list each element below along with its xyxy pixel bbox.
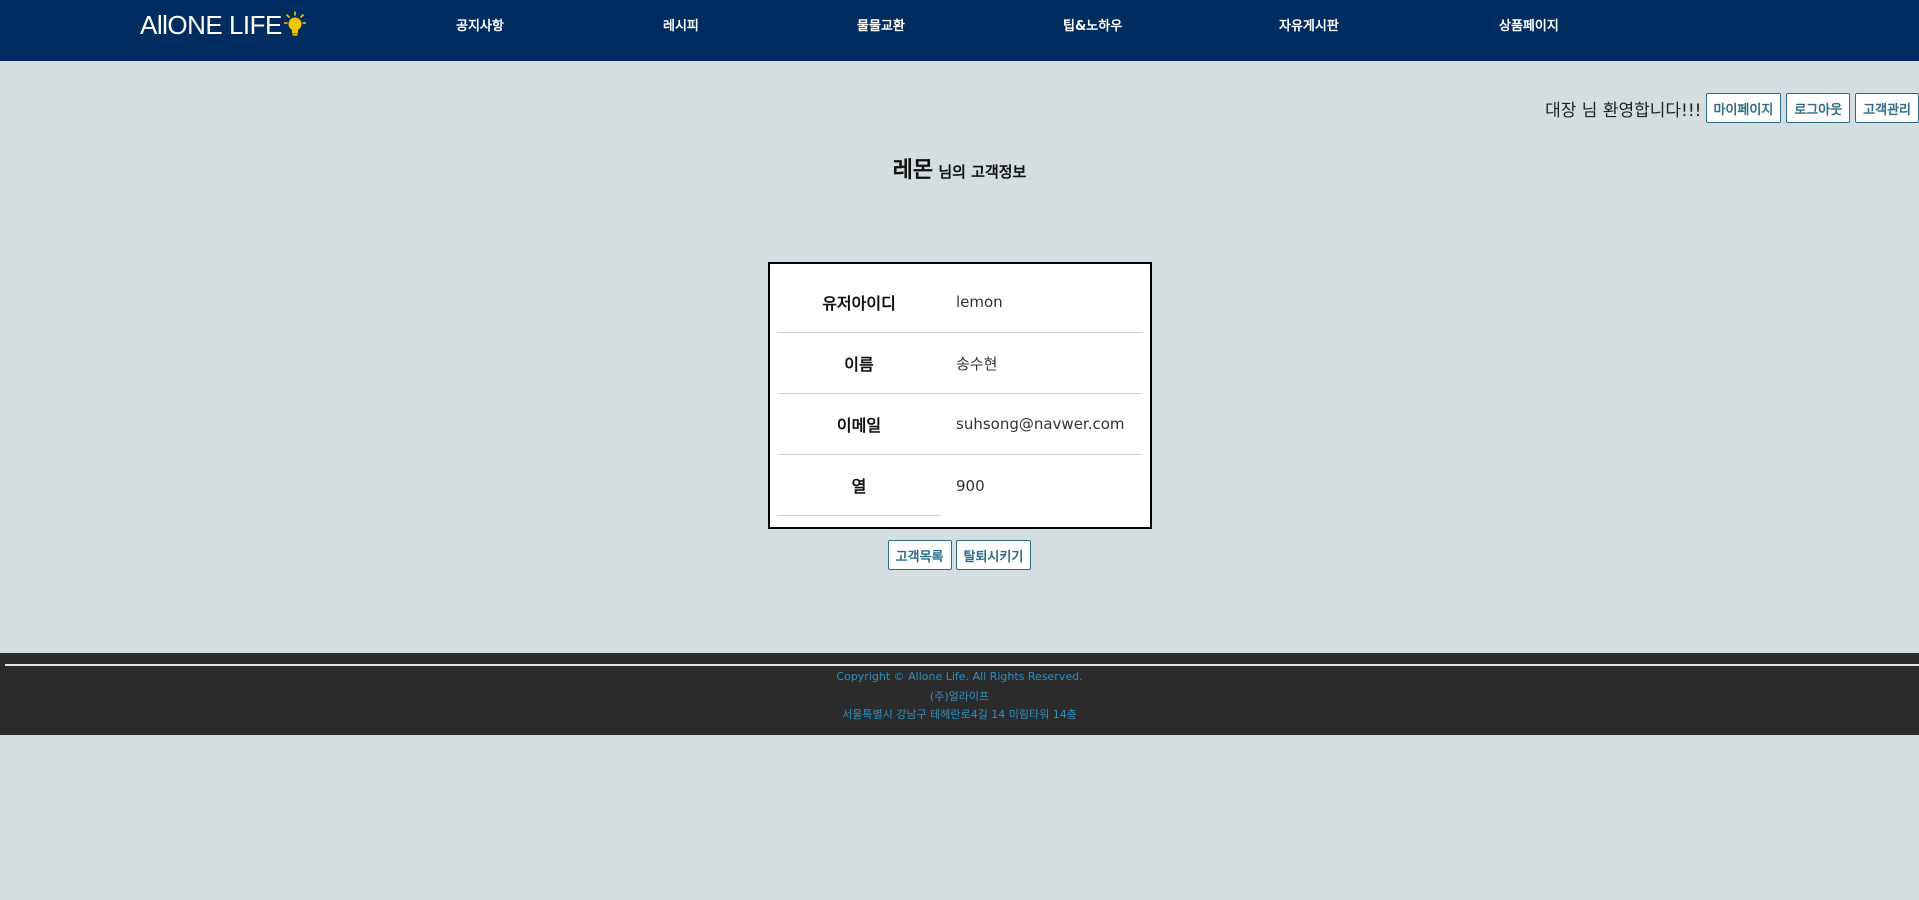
info-value: lemon [940, 272, 1142, 333]
footer-copyright: Copyright © Allone Life. All Rights Rese… [836, 670, 1083, 683]
page-title-suffix: 님의 고객정보 [933, 163, 1027, 181]
nav-item-notice[interactable]: 공지사항 [456, 15, 504, 34]
footer: Copyright © Allone Life. All Rights Rese… [0, 653, 1919, 735]
info-value: suhsong@navwer.com [940, 394, 1142, 455]
info-label: 이메일 [778, 394, 940, 455]
info-value: 송수현 [940, 333, 1142, 394]
info-label: 유저아이디 [778, 272, 940, 333]
info-value: 900 [956, 476, 985, 495]
info-row-userid: 유저아이디 lemon [778, 272, 1142, 333]
top-navigation-bar: AllONE LIFE 공지사항 레시피 물물교환 팁&노하우 자유게시판 상품… [0, 0, 1919, 61]
footer-address: 서울특별시 강남구 테헤란로4길 14 미림타워 14층 [842, 708, 1077, 721]
site-logo[interactable]: AllONE LIFE [140, 10, 306, 41]
nav-item-free-board[interactable]: 자유게시판 [1279, 15, 1339, 34]
nav-item-barter[interactable]: 물물교환 [857, 15, 905, 34]
customer-nickname: 레몬 [892, 158, 934, 183]
lightbulb-icon [283, 10, 306, 36]
welcome-message: 대장 님 환영합니다!!! [1545, 100, 1702, 121]
nav-item-recipe[interactable]: 레시피 [663, 15, 699, 34]
nav-item-tips[interactable]: 팁&노하우 [1063, 15, 1122, 34]
customer-list-button[interactable]: 고객목록 [887, 540, 952, 570]
user-welcome-bar: 대장 님 환영합니다!!! 마이페이지 로그아웃 고객관리 [1545, 93, 1919, 123]
customer-actions: 고객목록 탈퇴시키기 [0, 540, 1919, 570]
page-title: 레몬 님의 고객정보 [0, 152, 1919, 184]
info-row-heat: 열 900 [778, 455, 1142, 516]
info-row-email: 이메일 suhsong@navwer.com [778, 394, 1142, 455]
info-label: 이름 [778, 333, 940, 394]
withdraw-customer-button[interactable]: 탈퇴시키기 [955, 540, 1032, 570]
logout-button[interactable]: 로그아웃 [1786, 93, 1851, 123]
footer-company: (주)얼라이프 [929, 690, 990, 703]
nav-item-products[interactable]: 상품페이지 [1499, 15, 1559, 34]
customer-management-button[interactable]: 고객관리 [1855, 93, 1919, 123]
footer-divider [5, 664, 1919, 666]
mypage-button[interactable]: 마이페이지 [1705, 93, 1782, 123]
logo-text: AllONE LIFE [140, 10, 282, 40]
info-label: 열 [778, 455, 940, 516]
info-row-name: 이름 송수현 [778, 333, 1142, 394]
customer-info-table: 유저아이디 lemon 이름 송수현 이메일 suhsong@navwer.co… [768, 262, 1152, 529]
